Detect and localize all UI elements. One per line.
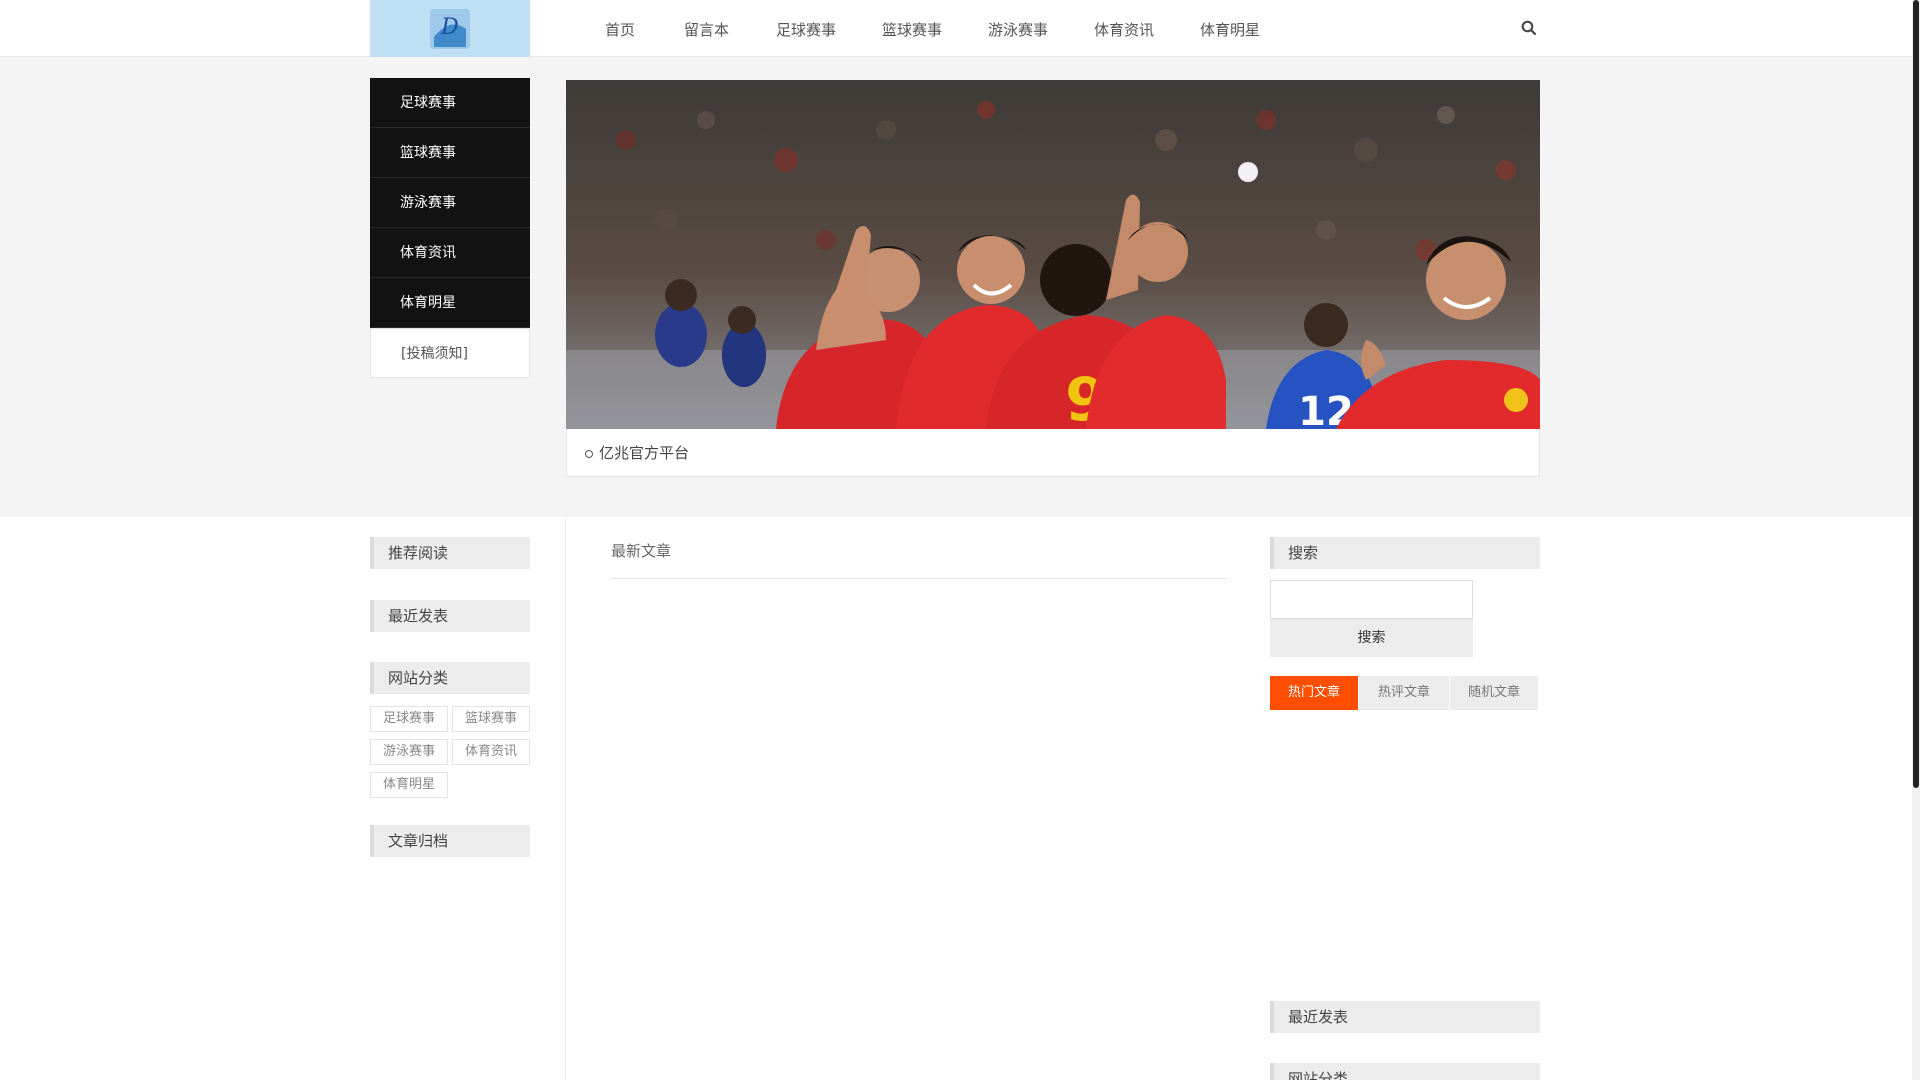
banner-image[interactable]: 9 12 <box>566 80 1540 429</box>
site-logo[interactable]: D <box>370 0 530 57</box>
recent-posts-title: 最近发表 <box>370 600 530 632</box>
search-icon[interactable] <box>1520 19 1538 37</box>
search-widget-title: 搜索 <box>1270 537 1540 569</box>
search-input[interactable] <box>1270 580 1473 619</box>
search-button[interactable]: 搜索 <box>1270 619 1473 657</box>
right-recent-posts-title: 最近发表 <box>1270 1001 1540 1033</box>
archive-title: 文章归档 <box>370 825 530 857</box>
banner-caption-text: 亿兆官方平台 <box>599 444 690 462</box>
category-tag-sports-news[interactable]: 体育资讯 <box>452 739 530 765</box>
tab-hot-articles[interactable]: 热门文章 <box>1270 676 1358 710</box>
menu-item-swimming[interactable]: 游泳赛事 <box>370 178 530 228</box>
category-tag-swimming[interactable]: 游泳赛事 <box>370 739 448 765</box>
nav-guestbook[interactable]: 留言本 <box>684 19 729 40</box>
latest-articles-title: 最新文章 <box>611 542 672 560</box>
menu-item-sports-stars[interactable]: 体育明星 <box>370 278 530 328</box>
right-categories-title: 网站分类 <box>1270 1063 1540 1080</box>
svg-text:D: D <box>440 15 459 40</box>
category-tag-sports-stars[interactable]: 体育明星 <box>370 772 448 798</box>
column-divider <box>565 517 566 1080</box>
tab-random-articles[interactable]: 随机文章 <box>1450 676 1538 710</box>
site-header <box>0 0 1912 57</box>
categories-title: 网站分类 <box>370 662 530 694</box>
menu-item-football[interactable]: 足球赛事 <box>370 78 530 128</box>
nav-football[interactable]: 足球赛事 <box>776 19 836 40</box>
menu-item-basketball[interactable]: 篮球赛事 <box>370 128 530 178</box>
category-tag-basketball[interactable]: 篮球赛事 <box>452 706 530 732</box>
nav-sports-news[interactable]: 体育资讯 <box>1094 19 1154 40</box>
latest-articles-divider <box>611 578 1227 579</box>
nav-sports-stars[interactable]: 体育明星 <box>1200 19 1260 40</box>
nav-swimming[interactable]: 游泳赛事 <box>988 19 1048 40</box>
scrollbar-thumb[interactable] <box>1913 0 1919 788</box>
nav-home[interactable]: 首页 <box>605 19 635 40</box>
submit-notice-link[interactable]: [投稿须知] <box>370 328 530 378</box>
dot-icon <box>585 449 593 458</box>
nav-basketball[interactable]: 篮球赛事 <box>882 19 942 40</box>
logo-icon: D <box>430 8 470 49</box>
menu-item-sports-news[interactable]: 体育资讯 <box>370 228 530 278</box>
banner-photo: 9 12 <box>566 80 1540 429</box>
category-tag-football[interactable]: 足球赛事 <box>370 706 448 732</box>
banner-caption[interactable]: 亿兆官方平台 <box>566 429 1540 477</box>
recommended-title: 推荐阅读 <box>370 537 530 569</box>
tab-hot-comments[interactable]: 热评文章 <box>1359 676 1449 710</box>
